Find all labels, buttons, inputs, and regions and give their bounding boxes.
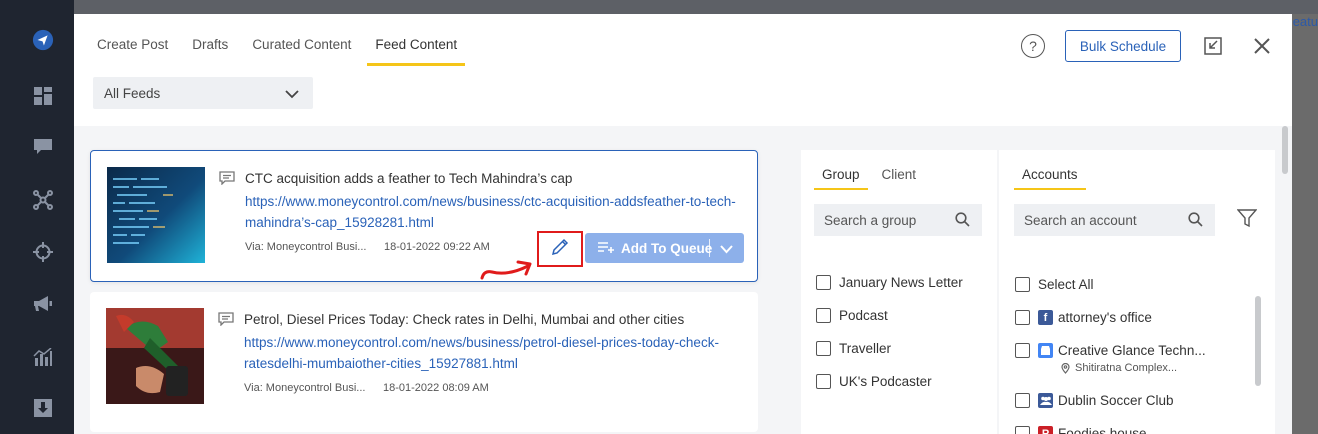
close-icon[interactable] bbox=[1253, 37, 1271, 55]
select-all-label: Select All bbox=[1038, 277, 1094, 292]
tab-group[interactable]: Group bbox=[814, 167, 868, 190]
minimize-icon[interactable] bbox=[1204, 37, 1222, 55]
accounts-scrollbar[interactable] bbox=[1255, 296, 1261, 386]
article-link[interactable]: https://www.moneycontrol.com/news/busine… bbox=[245, 191, 745, 233]
feed-select[interactable]: All Feeds bbox=[93, 77, 313, 109]
group-panel-tabs: Group Client bbox=[814, 167, 946, 190]
group-label: Traveller bbox=[839, 341, 892, 356]
group-checkbox[interactable] bbox=[816, 275, 831, 290]
account-location: Shitiratna Complex... bbox=[1075, 362, 1178, 374]
accounts-panel: Accounts Search an account Select All f … bbox=[999, 150, 1275, 434]
content-tabs: Create Post Drafts Curated Content Feed … bbox=[97, 37, 489, 66]
account-search-input[interactable]: Search an account bbox=[1014, 204, 1215, 236]
tab-curated-content[interactable]: Curated Content bbox=[252, 37, 351, 66]
annotation-arrow-icon bbox=[480, 250, 536, 282]
group-label: January News Letter bbox=[839, 275, 963, 290]
comment-icon[interactable] bbox=[219, 171, 235, 186]
feed-select-value: All Feeds bbox=[104, 86, 161, 101]
article-thumbnail bbox=[107, 167, 205, 263]
search-icon bbox=[1188, 212, 1203, 230]
group-search-input[interactable]: Search a group bbox=[814, 204, 982, 236]
target-icon[interactable] bbox=[32, 241, 54, 263]
article-link[interactable]: https://www.moneycontrol.com/news/busine… bbox=[244, 332, 744, 374]
account-search-placeholder: Search an account bbox=[1024, 213, 1137, 228]
tab-drafts[interactable]: Drafts bbox=[192, 37, 228, 66]
add-to-list-icon bbox=[597, 241, 615, 257]
background-partial-text: eatu bbox=[1292, 14, 1318, 29]
group-checkbox[interactable] bbox=[816, 308, 831, 323]
group-checkbox[interactable] bbox=[816, 341, 831, 356]
group-label: Podcast bbox=[839, 308, 888, 323]
account-label: Dublin Soccer Club bbox=[1058, 393, 1174, 408]
article-title: Petrol, Diesel Prices Today: Check rates… bbox=[244, 312, 685, 327]
article-title: CTC acquisition adds a feather to Tech M… bbox=[245, 171, 573, 186]
filter-icon[interactable] bbox=[1236, 208, 1258, 233]
group-checkbox[interactable] bbox=[816, 374, 831, 389]
chat-icon[interactable] bbox=[32, 136, 54, 158]
location-pin-icon bbox=[1061, 362, 1070, 377]
account-label: Creative Glance Techn... bbox=[1058, 343, 1206, 358]
help-button[interactable]: ? bbox=[1021, 34, 1045, 58]
pencil-icon bbox=[550, 237, 570, 262]
download-icon[interactable] bbox=[32, 397, 54, 419]
search-icon bbox=[955, 212, 970, 230]
article-source: Via: Moneycontrol Busi... bbox=[245, 241, 367, 253]
facebook-group-icon bbox=[1038, 393, 1053, 408]
left-navigation bbox=[0, 0, 74, 434]
tab-accounts[interactable]: Accounts bbox=[1014, 167, 1086, 190]
account-checkbox[interactable] bbox=[1015, 310, 1030, 325]
feed-card[interactable]: Petrol, Diesel Prices Today: Check rates… bbox=[90, 292, 758, 432]
comment-icon[interactable] bbox=[218, 312, 234, 327]
bulk-schedule-button[interactable]: Bulk Schedule bbox=[1065, 30, 1181, 62]
tab-create-post[interactable]: Create Post bbox=[97, 37, 168, 66]
modal-header: Create Post Drafts Curated Content Feed … bbox=[74, 14, 1292, 126]
account-checkbox[interactable] bbox=[1015, 343, 1030, 358]
add-to-queue-label: Add To Queue bbox=[621, 241, 713, 256]
analytics-icon[interactable] bbox=[32, 346, 54, 368]
queue-options-chevron-icon[interactable] bbox=[720, 242, 733, 257]
megaphone-icon[interactable] bbox=[32, 293, 54, 315]
select-all-checkbox[interactable] bbox=[1015, 277, 1030, 292]
account-checkbox[interactable] bbox=[1015, 393, 1030, 408]
article-date: 18-01-2022 09:22 AM bbox=[384, 241, 490, 253]
button-divider bbox=[709, 239, 710, 257]
group-search-placeholder: Search a group bbox=[824, 213, 917, 228]
pinterest-icon: P bbox=[1038, 426, 1053, 434]
modal-scrollbar[interactable] bbox=[1282, 126, 1288, 174]
facebook-icon: f bbox=[1038, 310, 1053, 325]
chevron-down-icon bbox=[285, 87, 299, 102]
group-label: UK's Podcaster bbox=[839, 374, 932, 389]
article-source: Via: Moneycontrol Busi... bbox=[244, 382, 366, 394]
network-icon[interactable] bbox=[32, 189, 54, 211]
article-thumbnail bbox=[106, 308, 204, 404]
dashboard-icon[interactable] bbox=[32, 85, 54, 107]
content-modal: Create Post Drafts Curated Content Feed … bbox=[74, 14, 1292, 434]
feed-card[interactable]: CTC acquisition adds a feather to Tech M… bbox=[90, 150, 758, 282]
tab-feed-content[interactable]: Feed Content bbox=[367, 37, 466, 66]
account-label: Foodies house bbox=[1058, 426, 1147, 434]
tab-client[interactable]: Client bbox=[874, 167, 925, 190]
account-label: attorney's office bbox=[1058, 310, 1152, 325]
group-panel: Group Client Search a group January News… bbox=[801, 150, 997, 434]
logo-icon[interactable] bbox=[32, 29, 54, 51]
background-app-strip bbox=[74, 0, 1318, 14]
edit-button[interactable] bbox=[537, 231, 583, 267]
account-checkbox[interactable] bbox=[1015, 426, 1030, 434]
article-date: 18-01-2022 08:09 AM bbox=[383, 382, 489, 394]
add-to-queue-button[interactable]: Add To Queue bbox=[585, 233, 744, 263]
google-business-icon bbox=[1038, 343, 1053, 358]
accounts-panel-tabs: Accounts bbox=[1014, 167, 1108, 190]
